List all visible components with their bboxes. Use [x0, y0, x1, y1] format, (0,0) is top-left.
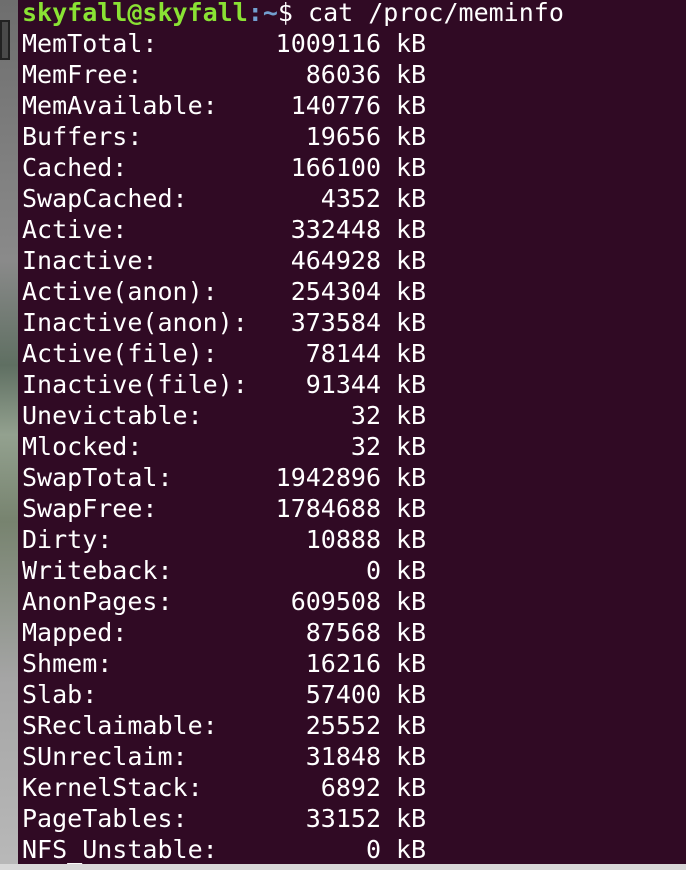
- meminfo-row: KernelStack: 6892 kB: [0, 772, 686, 803]
- meminfo-value: 140776: [290, 91, 381, 120]
- meminfo-row: Writeback: 0 kB: [0, 555, 686, 586]
- meminfo-value: 1784688: [275, 494, 381, 523]
- meminfo-value: 33152: [305, 804, 381, 833]
- meminfo-row: Inactive(anon): 373584 kB: [0, 307, 686, 338]
- meminfo-row: SUnreclaim: 31848 kB: [0, 741, 686, 772]
- meminfo-row: MemFree: 86036 kB: [0, 59, 686, 90]
- meminfo-row: SwapTotal: 1942896 kB: [0, 462, 686, 493]
- meminfo-row: SwapCached: 4352 kB: [0, 183, 686, 214]
- meminfo-row: Mapped: 87568 kB: [0, 617, 686, 648]
- meminfo-value: 87568: [305, 618, 381, 647]
- meminfo-value: 373584: [290, 308, 381, 337]
- meminfo-value: 16216: [305, 649, 381, 678]
- meminfo-row: AnonPages: 609508 kB: [0, 586, 686, 617]
- meminfo-value: 0: [365, 556, 381, 585]
- meminfo-row: Inactive: 464928 kB: [0, 245, 686, 276]
- meminfo-value: 78144: [305, 339, 381, 368]
- meminfo-value: 19656: [305, 122, 381, 151]
- meminfo-unit: kB: [396, 618, 427, 647]
- prompt-path: ~: [262, 0, 278, 27]
- meminfo-row: SReclaimable: 25552 kB: [0, 710, 686, 741]
- meminfo-row: MemTotal: 1009116 kB: [0, 28, 686, 59]
- meminfo-unit: kB: [396, 153, 427, 182]
- meminfo-row: MemAvailable: 140776 kB: [0, 90, 686, 121]
- meminfo-unit: kB: [396, 556, 427, 585]
- meminfo-row: Shmem: 16216 kB: [0, 648, 686, 679]
- meminfo-value: 32: [350, 401, 381, 430]
- meminfo-row: Cached: 166100 kB: [0, 152, 686, 183]
- meminfo-value: 1942896: [275, 463, 381, 492]
- meminfo-unit: kB: [396, 773, 427, 802]
- meminfo-value: 4352: [320, 184, 381, 213]
- meminfo-unit: kB: [396, 91, 427, 120]
- meminfo-row: Inactive(file): 91344 kB: [0, 369, 686, 400]
- meminfo-value: 32: [350, 432, 381, 461]
- meminfo-row: Active(file): 78144 kB: [0, 338, 686, 369]
- meminfo-value: 609508: [290, 587, 381, 616]
- meminfo-unit: kB: [396, 29, 427, 58]
- meminfo-value: 57400: [305, 680, 381, 709]
- meminfo-unit: kB: [396, 215, 427, 244]
- bottom-edge: [0, 864, 686, 870]
- prompt-user-host: skyfall@skyfall: [22, 0, 248, 27]
- meminfo-unit: kB: [396, 680, 427, 709]
- meminfo-unit: kB: [396, 308, 427, 337]
- meminfo-value: 6892: [320, 773, 381, 802]
- meminfo-unit: kB: [396, 742, 427, 771]
- meminfo-row: Dirty: 10888 kB: [0, 524, 686, 555]
- meminfo-row: Unevictable: 32 kB: [0, 400, 686, 431]
- meminfo-unit: kB: [396, 494, 427, 523]
- meminfo-row: Slab: 57400 kB: [0, 679, 686, 710]
- meminfo-value: 10888: [305, 525, 381, 554]
- prompt-symbol: $: [277, 0, 293, 27]
- meminfo-unit: kB: [396, 525, 427, 554]
- meminfo-unit: kB: [396, 711, 427, 740]
- meminfo-value: 166100: [290, 153, 381, 182]
- meminfo-unit: kB: [396, 804, 427, 833]
- meminfo-row: Active(anon): 254304 kB: [0, 276, 686, 307]
- prompt-separator: :: [247, 0, 263, 27]
- meminfo-row: Buffers: 19656 kB: [0, 121, 686, 152]
- command-line: skyfall@skyfall:~$ cat /proc/meminfo: [22, 0, 564, 28]
- meminfo-value: 464928: [290, 246, 381, 275]
- meminfo-unit: kB: [396, 463, 427, 492]
- meminfo-row: Mlocked: 32 kB: [0, 431, 686, 462]
- meminfo-value: 86036: [305, 60, 381, 89]
- meminfo-unit: kB: [396, 649, 427, 678]
- meminfo-unit: kB: [396, 370, 427, 399]
- meminfo-unit: kB: [396, 122, 427, 151]
- meminfo-value: 1009116: [275, 29, 381, 58]
- meminfo-unit: kB: [396, 835, 427, 864]
- meminfo-row: SwapFree: 1784688 kB: [0, 493, 686, 524]
- meminfo-unit: kB: [396, 184, 427, 213]
- meminfo-value: 31848: [305, 742, 381, 771]
- meminfo-unit: kB: [396, 60, 427, 89]
- meminfo-unit: kB: [396, 432, 427, 461]
- meminfo-value: 25552: [305, 711, 381, 740]
- meminfo-value: 0: [365, 835, 381, 864]
- meminfo-value: 332448: [290, 215, 381, 244]
- meminfo-unit: kB: [396, 587, 427, 616]
- meminfo-value: 91344: [305, 370, 381, 399]
- meminfo-row: NFS_Unstable: 0 kB: [0, 834, 686, 865]
- command-text: cat /proc/meminfo: [292, 0, 564, 27]
- meminfo-unit: kB: [396, 246, 427, 275]
- meminfo-unit: kB: [396, 277, 427, 306]
- meminfo-value: 254304: [290, 277, 381, 306]
- meminfo-row: PageTables: 33152 kB: [0, 803, 686, 834]
- meminfo-unit: kB: [396, 339, 427, 368]
- terminal-window[interactable]: skyfall@skyfall:~$ cat /proc/meminfo Mem…: [0, 0, 686, 870]
- meminfo-row: Active: 332448 kB: [0, 214, 686, 245]
- meminfo-unit: kB: [396, 401, 427, 430]
